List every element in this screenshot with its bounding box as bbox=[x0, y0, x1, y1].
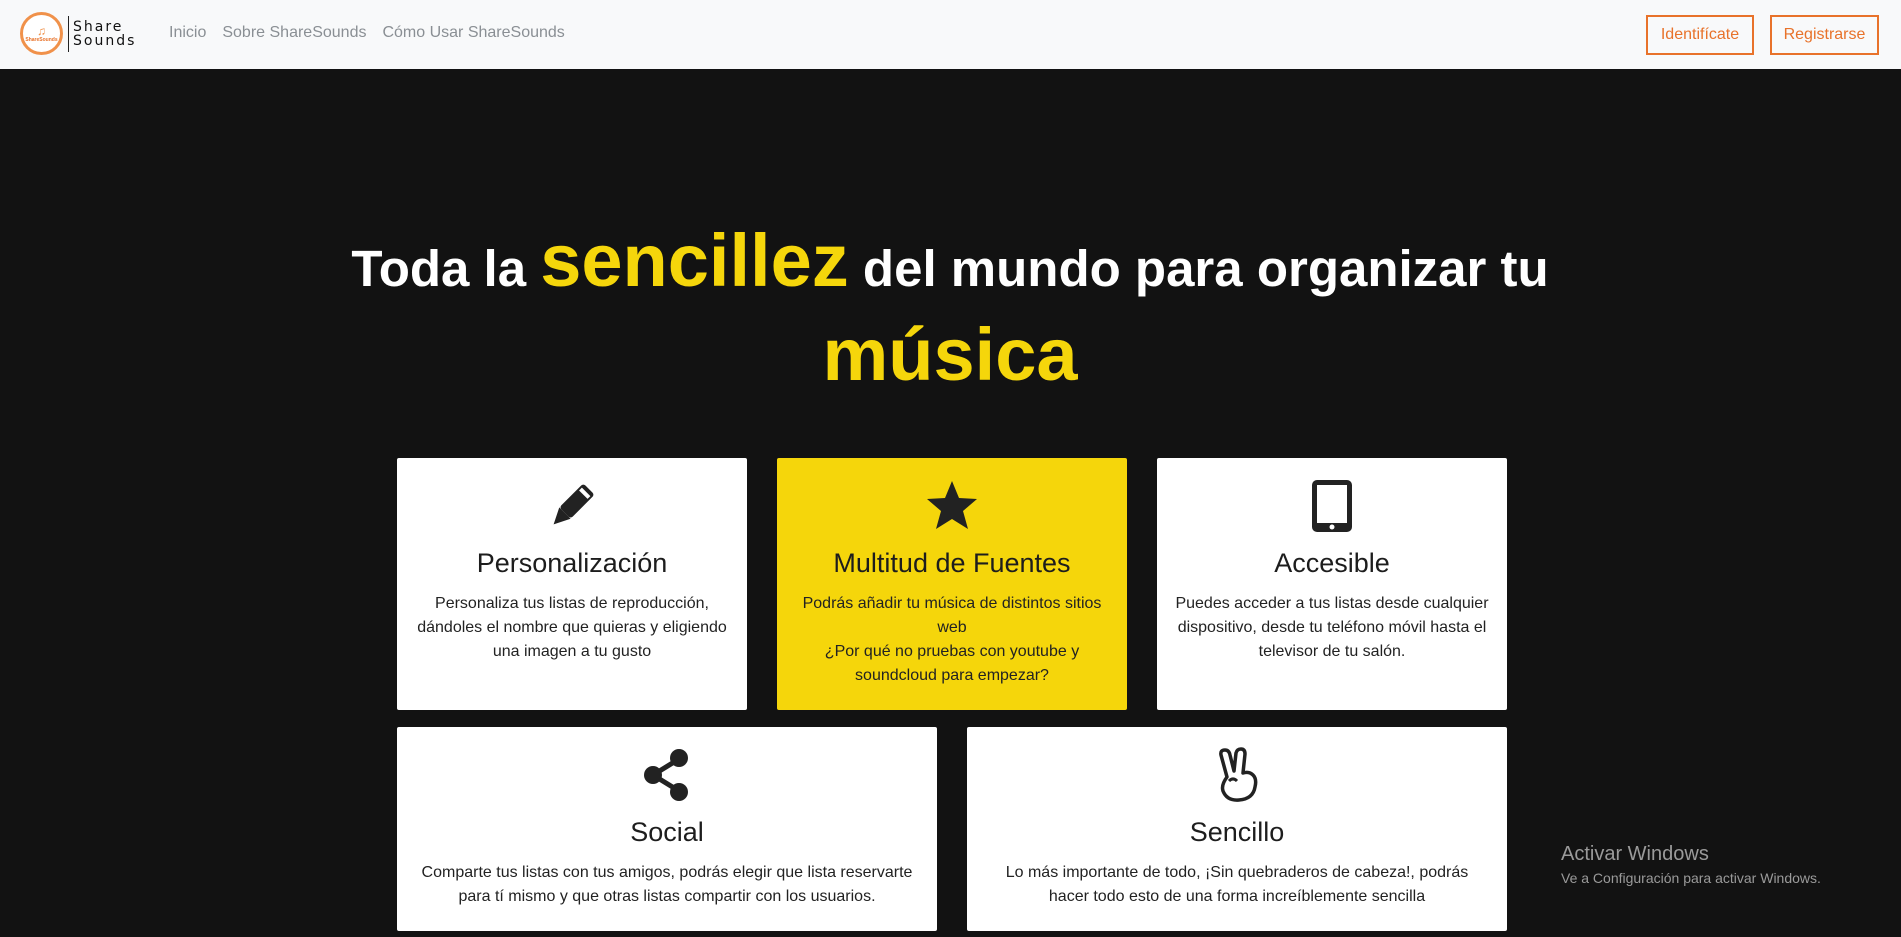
top-navbar: ♫ ShareSounds Share Sounds Inicio Sobre … bbox=[0, 0, 1901, 69]
nav-link-inicio[interactable]: Inicio bbox=[169, 24, 206, 42]
hero-text-part1: Toda la bbox=[351, 240, 541, 297]
register-button[interactable]: Registrarse bbox=[1770, 15, 1879, 55]
feature-title: Sencillo bbox=[1189, 817, 1285, 847]
feature-text-line2: ¿Por qué no pruebas con youtube y soundc… bbox=[824, 643, 1080, 684]
feature-title: Accesible bbox=[1274, 548, 1390, 578]
nav-links: Inicio Sobre ShareSounds Cómo Usar Share… bbox=[169, 24, 565, 42]
feature-title: Social bbox=[630, 817, 704, 847]
hero-highlight-sencillez: sencillez bbox=[540, 219, 849, 302]
watermark-title: Activar Windows bbox=[1561, 843, 1709, 865]
brand-name: Share Sounds bbox=[73, 20, 136, 48]
login-button[interactable]: Identifícate bbox=[1646, 15, 1754, 55]
feature-card-social: Social Comparte tus listas con tus amigo… bbox=[397, 727, 937, 931]
brand-name-line1: Share bbox=[73, 18, 124, 35]
music-note-icon: ♫ bbox=[37, 23, 46, 38]
pen-icon bbox=[397, 478, 747, 534]
feature-text-line1: Podrás añadir tu música de distintos sit… bbox=[802, 595, 1102, 636]
feature-card-sencillo: Sencillo Lo más importante de todo, ¡Sin… bbox=[967, 727, 1507, 931]
logo-mini-text: ShareSounds bbox=[25, 36, 58, 43]
hero-title: Toda la sencillez del mundo para organiz… bbox=[350, 218, 1550, 406]
feature-text: Puedes acceder a tus listas desde cualqu… bbox=[1175, 595, 1489, 660]
star-icon bbox=[777, 478, 1127, 534]
nav-link-sobre[interactable]: Sobre ShareSounds bbox=[222, 24, 366, 42]
feature-title: Multitud de Fuentes bbox=[833, 548, 1071, 578]
brand-divider bbox=[68, 15, 69, 52]
feature-card-accesible: Accesible Puedes acceder a tus listas de… bbox=[1157, 458, 1507, 710]
feature-text: Comparte tus listas con tus amigos, podr… bbox=[421, 864, 913, 905]
feature-text: Lo más importante de todo, ¡Sin quebrade… bbox=[1005, 864, 1469, 905]
nav-link-como-usar[interactable]: Cómo Usar ShareSounds bbox=[382, 24, 564, 42]
feature-text: Personaliza tus listas de reproducción, … bbox=[417, 595, 727, 660]
hero-text-part2: del mundo para organizar tu bbox=[848, 240, 1549, 297]
feature-title: Personalización bbox=[476, 548, 668, 578]
watermark-subtitle: Ve a Configuración para activar Windows. bbox=[1561, 870, 1821, 886]
hero-highlight-musica: música bbox=[822, 313, 1078, 396]
logo-circle-icon: ♫ ShareSounds bbox=[20, 12, 63, 55]
windows-activation-watermark: Activar Windows Ve a Configuración para … bbox=[1561, 843, 1821, 886]
brand-name-line2: Sounds bbox=[73, 32, 137, 49]
brand-logo[interactable]: ♫ ShareSounds Share Sounds bbox=[20, 12, 136, 55]
feature-text: Podrás añadir tu música de distintos sit… bbox=[795, 592, 1109, 688]
tablet-icon bbox=[1157, 478, 1507, 534]
feature-card-personalizacion: Personalización Personaliza tus listas d… bbox=[397, 458, 747, 710]
hand-peace-icon bbox=[967, 747, 1507, 803]
feature-card-multitud-fuentes: Multitud de Fuentes Podrás añadir tu mús… bbox=[777, 458, 1127, 710]
share-icon bbox=[397, 747, 937, 803]
